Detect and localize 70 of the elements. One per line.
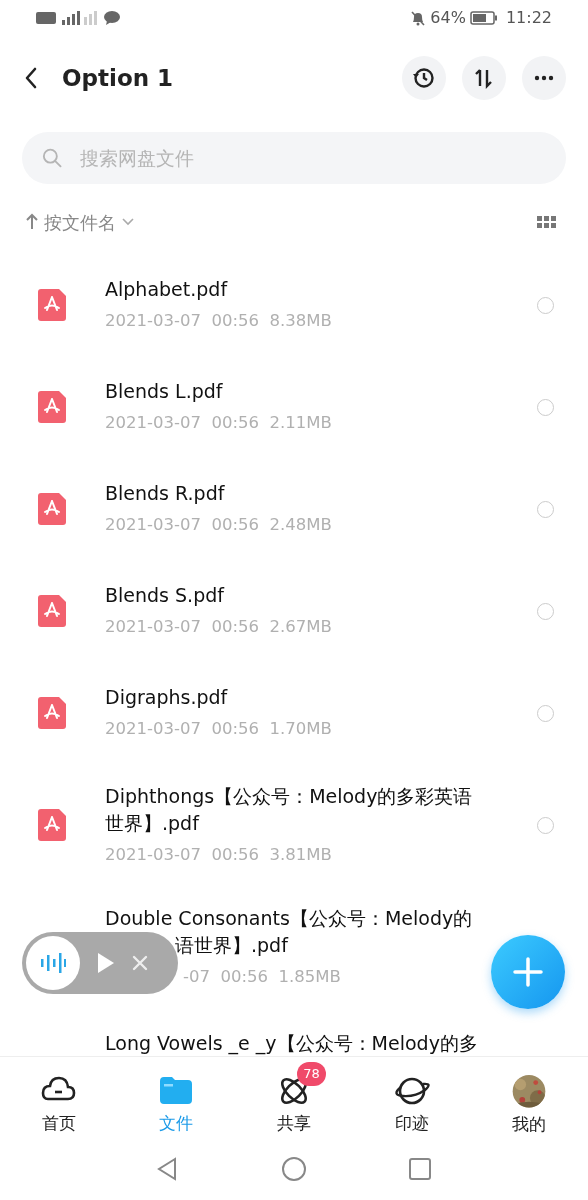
waveform-icon xyxy=(40,952,66,974)
file-item[interactable]: Blends S.pdf 2021-03-07 00:56 2.67MB xyxy=(0,560,588,662)
file-name: Long Vowels _e _y【公众号：Melody的多 xyxy=(105,1031,478,1056)
file-name: Double Consonants【公众号：Melody的 xyxy=(105,905,473,931)
file-name: Alphabet.pdf xyxy=(105,277,229,303)
file-name: 语世界】.pdf xyxy=(174,932,290,958)
pdf-file-icon xyxy=(38,809,66,841)
history-icon xyxy=(412,66,436,90)
tab[interactable]: 我的 xyxy=(470,1057,588,1138)
search-bar[interactable]: 搜索网盘文件 xyxy=(22,132,566,184)
file-name: Blends R.pdf xyxy=(105,481,226,507)
file-details: 2021-03-07 00:56 3.81MB xyxy=(105,843,333,866)
play-icon xyxy=(96,951,116,975)
page-title: Option 1 xyxy=(62,63,174,93)
file-name: Blends L.pdf xyxy=(105,379,224,405)
home-nav-button[interactable] xyxy=(281,1156,307,1182)
file-item[interactable]: Long Vowels _e _y【公众号：Melody的多 xyxy=(0,1008,588,1056)
file-details: 2021-03-07 00:56 2.48MB xyxy=(105,514,332,537)
recents-nav-button[interactable] xyxy=(407,1156,433,1182)
tab[interactable]: 首页 xyxy=(0,1057,118,1138)
sort-button[interactable] xyxy=(462,56,506,100)
more-button[interactable] xyxy=(522,56,566,100)
file-name: Diphthongs【公众号：Melody的多彩英语 xyxy=(105,783,473,809)
file-name: 世界】.pdf xyxy=(105,810,201,836)
search-field[interactable]: 搜索网盘文件 xyxy=(78,142,546,174)
chat-icon xyxy=(104,11,120,25)
play-button[interactable] xyxy=(96,951,116,975)
file-details: -07 00:56 1.85MB xyxy=(182,965,342,988)
caret-icon xyxy=(122,218,134,226)
file-details: 2021-03-07 00:56 1.70MB xyxy=(105,718,332,741)
file-item[interactable]: Alphabet.pdf 2021-03-07 00:56 8.38MB xyxy=(0,254,588,356)
clock: 11:22 xyxy=(505,7,552,29)
signal-icon xyxy=(60,10,100,26)
back-button[interactable] xyxy=(24,67,38,89)
battery-percent: 64% xyxy=(430,7,466,29)
back-icon xyxy=(24,67,38,89)
file-item[interactable]: Double Consonants【公众号：Melody的 语世界】.pdf -07 00:56 1.85MB xyxy=(0,886,588,1008)
recents-nav-icon xyxy=(407,1156,433,1182)
file-details: 2021-03-07 00:56 2.67MB xyxy=(105,616,332,639)
file-name: Blends S.pdf xyxy=(105,583,226,609)
tab[interactable]: 印迹 xyxy=(352,1057,471,1138)
file-item[interactable]: Blends L.pdf 2021-03-07 00:56 2.11MB xyxy=(0,356,588,458)
pdf-file-icon xyxy=(38,493,66,525)
pdf-file-icon xyxy=(38,289,66,321)
bell-muted-icon xyxy=(410,10,427,26)
battery-icon xyxy=(469,11,498,25)
pdf-file-icon xyxy=(38,391,66,423)
file-name: Digraphs.pdf xyxy=(105,685,229,711)
arrow-up-icon xyxy=(26,213,38,231)
add-button[interactable] xyxy=(491,935,565,1009)
search-icon xyxy=(42,147,63,169)
file-details: 2021-03-07 00:56 8.38MB xyxy=(105,310,332,333)
file-item[interactable]: Blends R.pdf 2021-03-07 00:56 2.48MB xyxy=(0,458,588,560)
notification-count: 78 xyxy=(297,1062,326,1086)
close-button[interactable] xyxy=(132,955,148,971)
sort-dropdown[interactable]: 按文件名 xyxy=(26,208,134,236)
file-item[interactable]: Diphthongs【公众号：Melody的多彩英语 世界】.pdf 2021-03-07 00:56 3.81MB xyxy=(0,764,588,886)
audio-button[interactable] xyxy=(26,936,80,990)
pdf-file-icon xyxy=(38,697,66,729)
tab[interactable]: 共享 78 xyxy=(235,1057,353,1138)
history-button[interactable] xyxy=(402,56,446,100)
close-icon xyxy=(132,955,148,971)
home-nav-icon xyxy=(281,1156,307,1182)
file-details: 2021-03-07 00:56 2.11MB xyxy=(105,412,332,435)
file-item[interactable]: Digraphs.pdf 2021-03-07 00:56 1.70MB xyxy=(0,662,588,764)
grid-icon xyxy=(537,216,556,228)
more-icon xyxy=(534,75,554,81)
grid-view-button[interactable] xyxy=(537,216,556,228)
plus-icon xyxy=(513,957,543,987)
pdf-file-icon xyxy=(38,595,66,627)
